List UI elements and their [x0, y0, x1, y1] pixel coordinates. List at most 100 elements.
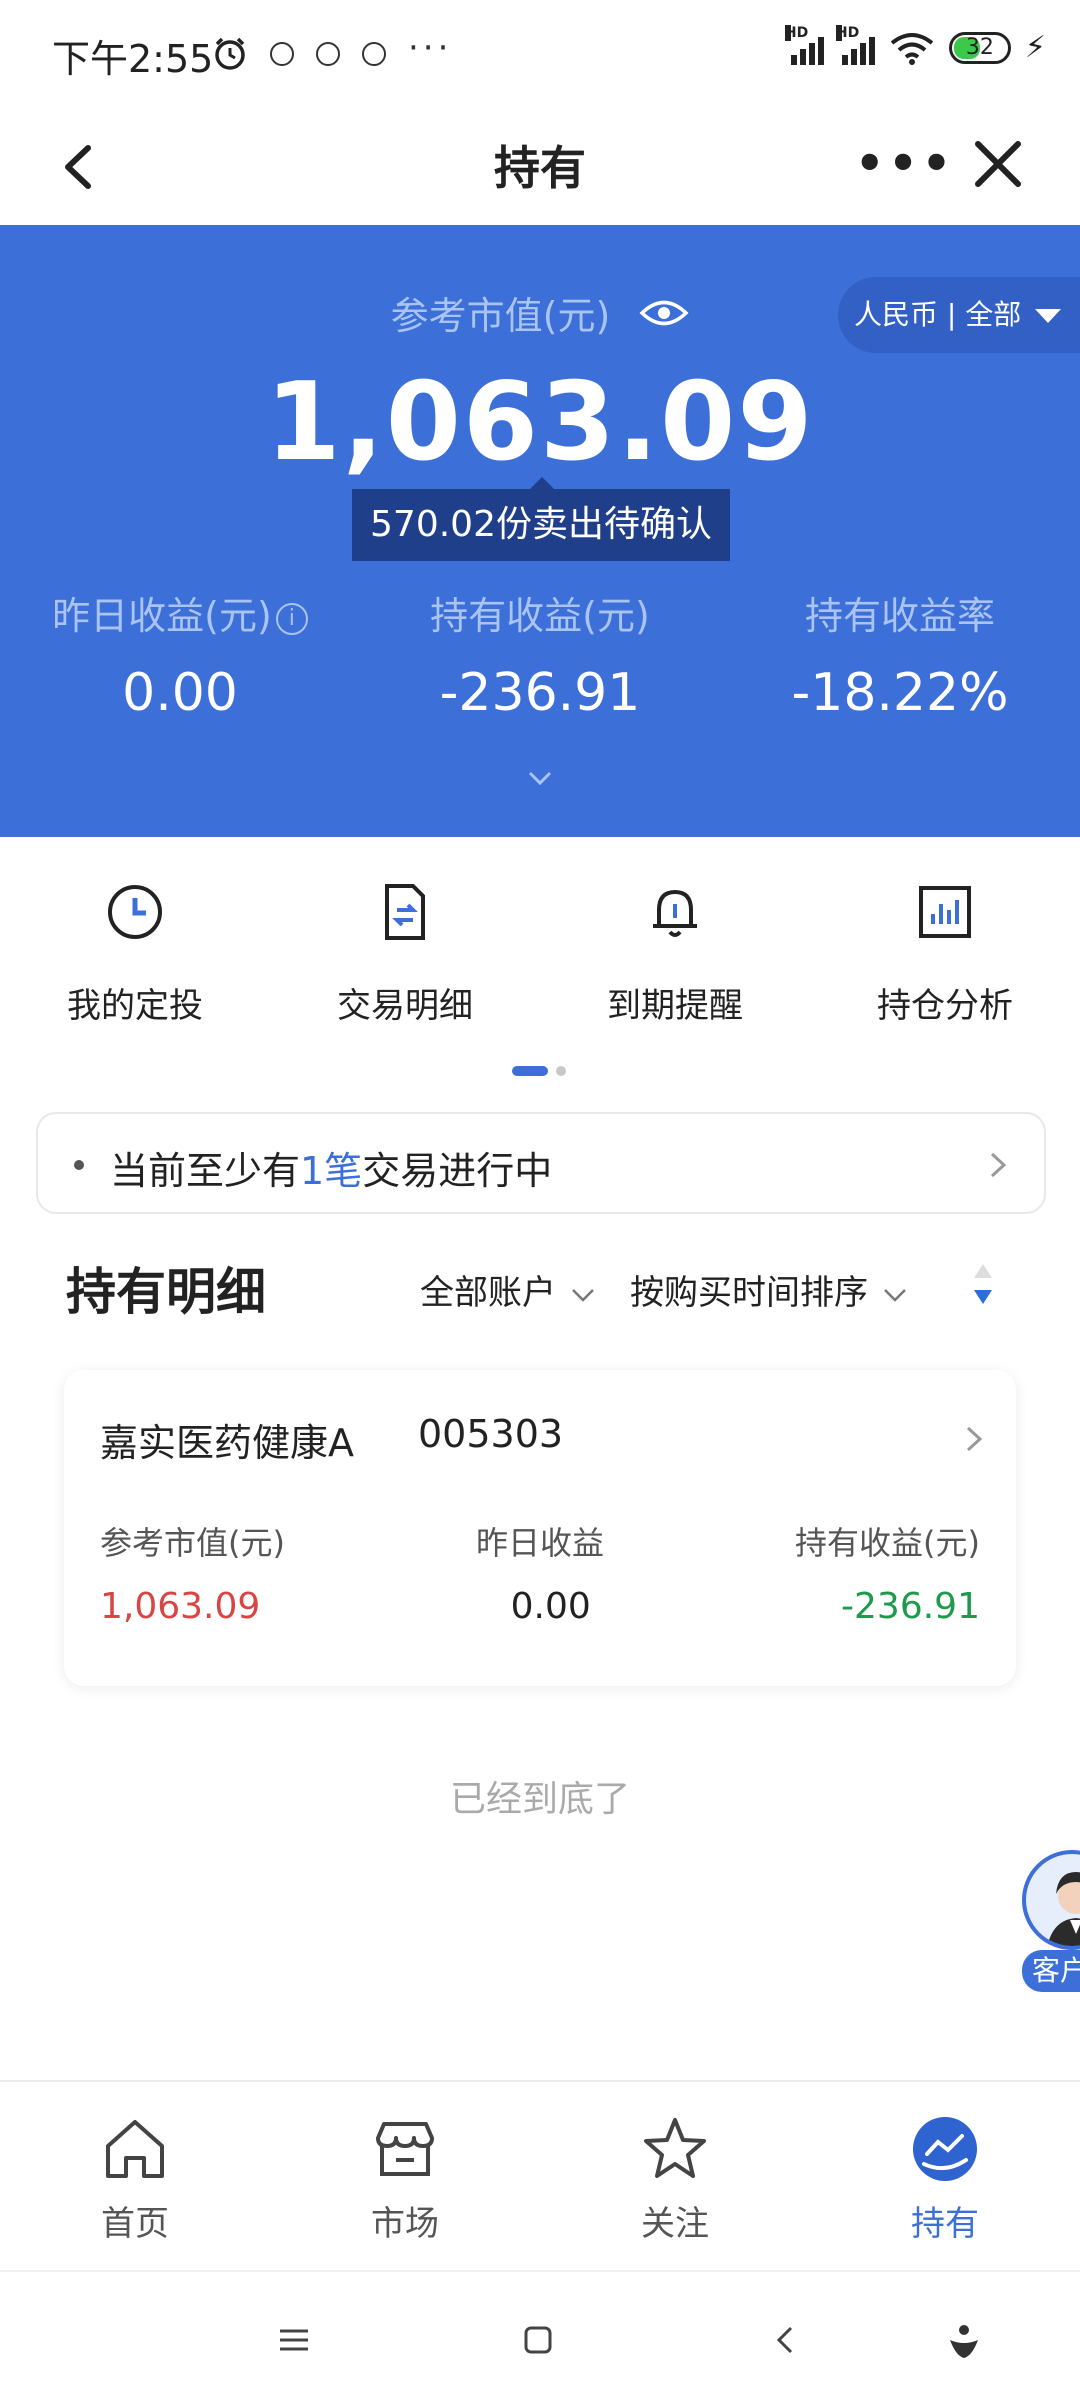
tab-label: 持有 — [911, 2204, 979, 2244]
fund-values: 1,063.09 0.00 -236.91 — [100, 1586, 980, 1627]
quick-action-position-analysis[interactable]: 持仓分析 — [810, 880, 1080, 1027]
status-time: 下午2:55 — [52, 37, 214, 81]
chevron-right-icon — [966, 1426, 983, 1452]
pending-count: 1笔 — [300, 1149, 363, 1193]
more-icon[interactable]: ••• — [855, 136, 955, 190]
tab-label: 首页 — [101, 2204, 169, 2244]
fund-name: 嘉实医药健康A — [100, 1421, 354, 1465]
clock-icon — [108, 885, 162, 939]
status-notification-icons: ··· — [212, 28, 452, 72]
customer-service-float[interactable]: 客户 — [1022, 1850, 1080, 2000]
pending-sell-tooltip: 570.02份卖出待确认 — [352, 477, 730, 561]
assistant-icon[interactable] — [944, 2320, 984, 2360]
battery-icon: 32 — [948, 31, 1011, 64]
account-filter-label: 全部账户 — [420, 1273, 556, 1313]
bullet-dot — [74, 1160, 84, 1170]
nav-bar: 持有 ••• — [0, 110, 1080, 225]
pending-transactions-bar[interactable]: 当前至少有1笔交易进行中 — [36, 1112, 1046, 1214]
customer-service-avatar — [1022, 1850, 1080, 1950]
fund-column-labels: 参考市值(元) 昨日收益 持有收益(元) — [100, 1518, 980, 1564]
close-icon[interactable] — [968, 134, 1028, 194]
compass-icon — [316, 42, 340, 66]
pending-text-suffix: 交易进行中 — [362, 1149, 553, 1193]
total-market-value: 1,063.09 — [265, 360, 815, 485]
agent-avatar-icon — [1047, 1872, 1080, 1946]
charging-icon: ⚡ — [1024, 30, 1046, 65]
quick-action-label: 到期提醒 — [607, 986, 743, 1026]
sort-filter-label: 按购买时间排序 — [630, 1273, 868, 1313]
stat-yesterday-gain: 昨日收益(元) i 0.00 — [0, 585, 360, 723]
tab-label: 关注 — [641, 2204, 709, 2244]
stat-label: 持有收益(元) — [430, 594, 650, 638]
alarm-icon — [215, 37, 245, 70]
signal-1-icon: HD — [784, 24, 824, 65]
fund-col-yesterday-gain-label: 昨日收益 — [475, 1524, 604, 1562]
holdings-title: 持有明细 — [66, 1263, 266, 1321]
fund-holding-gain: -236.91 — [841, 1586, 980, 1627]
stat-value: -18.22% — [791, 663, 1009, 723]
bottom-tab-bar: 首页 市场 关注 持有 — [0, 2080, 1080, 2270]
currency-filter-label: 人民币 | 全部 — [854, 298, 1022, 331]
stat-label: 持有收益率 — [804, 594, 995, 638]
chevron-down-icon — [572, 1288, 594, 1302]
account-filter[interactable]: 全部账户 — [420, 1265, 596, 1314]
notification-circle-icon — [270, 42, 294, 66]
bar-chart-icon — [919, 886, 971, 938]
quick-action-expiry-reminder[interactable]: 到期提醒 — [540, 880, 810, 1027]
document-transfer-icon — [385, 884, 425, 940]
end-of-list-note: 已经到底了 — [449, 1779, 630, 1820]
fund-col-market-value-label: 参考市值(元) — [100, 1524, 285, 1562]
stat-value: 0.00 — [122, 663, 238, 723]
signal-2-icon: HD — [835, 24, 875, 65]
quick-action-label: 我的定投 — [67, 986, 203, 1026]
quick-actions: 我的定投 交易明细 到期提醒 持仓分析 — [0, 880, 1080, 1027]
battery-level: 32 — [965, 34, 994, 60]
eye-icon[interactable] — [639, 296, 689, 330]
expand-chevron-icon[interactable] — [527, 765, 553, 791]
star-icon — [644, 2118, 706, 2178]
quick-actions-pager — [512, 1066, 566, 1076]
fund-card[interactable]: 嘉实医药健康A 005303 参考市值(元) 昨日收益 持有收益(元) 1,06… — [64, 1370, 1016, 1686]
customer-service-label: 客户 — [1022, 1950, 1080, 1992]
fund-code: 005303 — [418, 1412, 564, 1456]
tab-watchlist[interactable]: 关注 — [540, 2082, 810, 2270]
quick-action-label: 交易明细 — [337, 986, 473, 1026]
chevron-right-icon — [990, 1152, 1007, 1178]
menu-icon[interactable] — [274, 2320, 314, 2360]
info-icon[interactable]: i — [275, 602, 308, 635]
more-notifications-icon: ··· — [408, 28, 453, 68]
fund-market-value: 1,063.09 — [100, 1586, 261, 1627]
store-icon — [376, 2122, 434, 2176]
quick-action-auto-invest[interactable]: 我的定投 — [0, 880, 270, 1027]
tab-label: 市场 — [371, 2204, 439, 2244]
sort-order-icon[interactable] — [972, 1260, 994, 1310]
quick-action-transactions[interactable]: 交易明细 — [270, 880, 540, 1027]
holdings-summary: 参考市值(元) 人民币 | 全部 1,063.09 570.02份卖出待确认 昨… — [0, 225, 1080, 837]
tab-home[interactable]: 首页 — [0, 2082, 270, 2270]
dropdown-triangle-icon — [1035, 309, 1062, 323]
currency-filter[interactable]: 人民币 | 全部 — [838, 277, 1080, 353]
status-system-icons: HD HD 32 ⚡ — [784, 24, 1046, 65]
home-icon — [106, 2120, 164, 2178]
stat-holding-return: 持有收益率 -18.22% — [720, 585, 1080, 723]
tab-holdings[interactable]: 持有 — [810, 2082, 1080, 2270]
quick-action-label: 持仓分析 — [877, 986, 1013, 1026]
chevron-down-icon — [884, 1288, 906, 1302]
stat-label: 昨日收益(元) — [52, 594, 272, 638]
stat-holding-gain: 持有收益(元) -236.91 — [360, 585, 720, 723]
system-nav-bar — [0, 2270, 1080, 2400]
tab-market[interactable]: 市场 — [270, 2082, 540, 2270]
app-notification-icon — [362, 42, 386, 66]
home-square-icon[interactable] — [518, 2320, 558, 2360]
fund-col-holding-gain-label: 持有收益(元) — [795, 1524, 980, 1562]
holdings-icon — [913, 2117, 977, 2181]
pending-text-prefix: 当前至少有 — [110, 1149, 301, 1193]
sort-filter[interactable]: 按购买时间排序 — [630, 1265, 908, 1314]
status-bar: 下午2:55 ··· HD HD 32 ⚡ — [0, 0, 1080, 110]
pager-dot — [556, 1066, 566, 1076]
summary-stats: 昨日收益(元) i 0.00 持有收益(元) -236.91 持有收益率 -18.… — [0, 585, 1080, 723]
back-icon[interactable] — [766, 2320, 806, 2360]
fund-yesterday-gain: 0.00 — [510, 1586, 591, 1627]
pager-dot-active — [512, 1066, 548, 1076]
pending-transactions-text: 当前至少有1笔交易进行中 — [110, 1140, 552, 1195]
